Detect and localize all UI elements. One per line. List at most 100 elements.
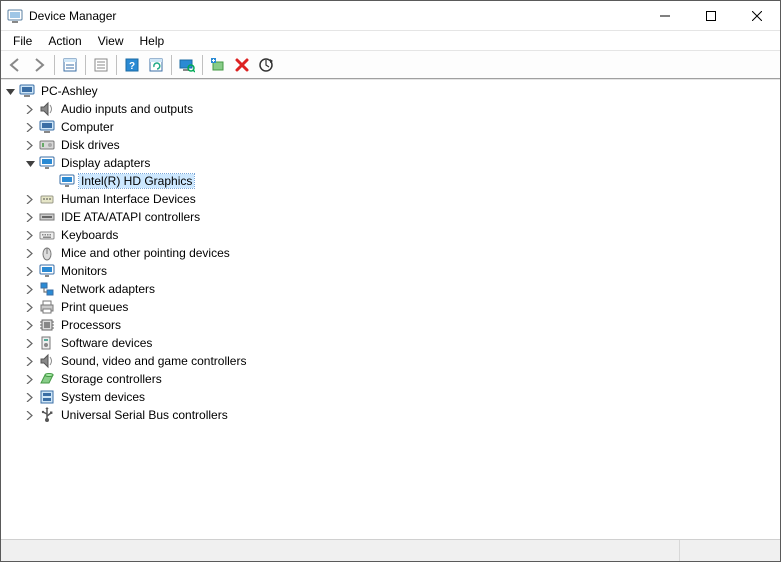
storage-icon	[39, 371, 55, 387]
toolbar	[1, 51, 780, 79]
printer-icon	[39, 299, 55, 315]
toolbar-separator	[171, 55, 172, 75]
tree-item-system-devices[interactable]: System devices	[21, 388, 780, 406]
tree-item-ide[interactable]: IDE ATA/ATAPI controllers	[21, 208, 780, 226]
system-icon	[39, 389, 55, 405]
toolbar-uninstall-button[interactable]	[230, 53, 254, 77]
tree-item-label: Storage controllers	[59, 372, 164, 386]
expander-icon[interactable]	[23, 246, 37, 260]
expander-icon[interactable]	[23, 390, 37, 404]
status-cell	[1, 540, 680, 561]
hid-icon	[39, 191, 55, 207]
expander-icon[interactable]	[23, 138, 37, 152]
tree-item-computer[interactable]: Computer	[21, 118, 780, 136]
software-icon	[39, 335, 55, 351]
audio-icon	[39, 353, 55, 369]
expander-icon[interactable]	[23, 318, 37, 332]
toolbar-back-button[interactable]	[3, 53, 27, 77]
computer-icon	[19, 83, 35, 99]
expander-icon[interactable]	[23, 102, 37, 116]
expander-icon[interactable]	[23, 354, 37, 368]
tree-item-mice[interactable]: Mice and other pointing devices	[21, 244, 780, 262]
expander-icon[interactable]	[23, 264, 37, 278]
close-button[interactable]	[734, 1, 780, 31]
expander-icon[interactable]	[23, 282, 37, 296]
toolbar-show-hide-console-button[interactable]	[58, 53, 82, 77]
toolbar-separator	[54, 55, 55, 75]
toolbar-refresh-button[interactable]	[144, 53, 168, 77]
toolbar-forward-button[interactable]	[27, 53, 51, 77]
tree-item-display-adapters[interactable]: Display adapters	[21, 154, 780, 172]
tree-item-label: Human Interface Devices	[59, 192, 198, 206]
disk-icon	[39, 137, 55, 153]
tree-item-disk-drives[interactable]: Disk drives	[21, 136, 780, 154]
tree-item-processors[interactable]: Processors	[21, 316, 780, 334]
tree-item-label: Network adapters	[59, 282, 157, 296]
device-tree[interactable]: PC-Ashley Audio inputs and outputs Compu…	[1, 79, 780, 539]
expander-icon[interactable]	[23, 372, 37, 386]
tree-item-label: Intel(R) HD Graphics	[79, 174, 194, 188]
tree-item-sound-video[interactable]: Sound, video and game controllers	[21, 352, 780, 370]
title-bar: Device Manager	[1, 1, 780, 31]
toolbar-separator	[116, 55, 117, 75]
tree-item-usb[interactable]: Universal Serial Bus controllers	[21, 406, 780, 424]
tree-item-label: Keyboards	[59, 228, 120, 242]
expander-icon[interactable]	[23, 210, 37, 224]
tree-item-label: Print queues	[59, 300, 130, 314]
menu-help[interactable]: Help	[132, 32, 173, 50]
tree-item-print-queues[interactable]: Print queues	[21, 298, 780, 316]
toolbar-properties-button[interactable]	[89, 53, 113, 77]
toolbar-help-button[interactable]	[120, 53, 144, 77]
status-cell	[680, 540, 780, 561]
computer-icon	[39, 119, 55, 135]
menu-action[interactable]: Action	[40, 32, 89, 50]
expander-icon[interactable]	[23, 192, 37, 206]
menu-view[interactable]: View	[90, 32, 132, 50]
keyboard-icon	[39, 227, 55, 243]
menu-bar: File Action View Help	[1, 31, 780, 51]
tree-item-network[interactable]: Network adapters	[21, 280, 780, 298]
tree-item-label: Audio inputs and outputs	[59, 102, 195, 116]
tree-item-label: IDE ATA/ATAPI controllers	[59, 210, 202, 224]
minimize-button[interactable]	[642, 1, 688, 31]
expander-icon[interactable]	[23, 120, 37, 134]
window-title: Device Manager	[29, 9, 642, 23]
tree-root[interactable]: PC-Ashley	[1, 82, 780, 100]
maximize-button[interactable]	[688, 1, 734, 31]
toolbar-separator	[202, 55, 203, 75]
tree-item-monitors[interactable]: Monitors	[21, 262, 780, 280]
toolbar-separator	[85, 55, 86, 75]
expander-icon[interactable]	[3, 84, 17, 98]
expander-icon[interactable]	[23, 408, 37, 422]
ide-icon	[39, 209, 55, 225]
toolbar-scan-button[interactable]	[175, 53, 199, 77]
tree-root-label: PC-Ashley	[39, 84, 100, 98]
network-icon	[39, 281, 55, 297]
status-bar	[1, 539, 780, 561]
tree-item-hid[interactable]: Human Interface Devices	[21, 190, 780, 208]
menu-file[interactable]: File	[5, 32, 40, 50]
tree-item-storage-controllers[interactable]: Storage controllers	[21, 370, 780, 388]
tree-item-label: Processors	[59, 318, 123, 332]
tree-item-label: Monitors	[59, 264, 109, 278]
tree-item-keyboards[interactable]: Keyboards	[21, 226, 780, 244]
tree-item-label: Software devices	[59, 336, 154, 350]
mouse-icon	[39, 245, 55, 261]
app-icon	[7, 8, 23, 24]
expander-icon[interactable]	[23, 156, 37, 170]
expander-icon[interactable]	[23, 336, 37, 350]
expander-icon[interactable]	[23, 300, 37, 314]
toolbar-enable-button[interactable]	[206, 53, 230, 77]
tree-item-software-devices[interactable]: Software devices	[21, 334, 780, 352]
tree-item-label: System devices	[59, 390, 147, 404]
tree-item-label: Display adapters	[59, 156, 152, 170]
expander-icon[interactable]	[23, 228, 37, 242]
toolbar-update-driver-button[interactable]	[254, 53, 278, 77]
audio-icon	[39, 101, 55, 117]
tree-item-label: Universal Serial Bus controllers	[59, 408, 230, 422]
tree-item-audio[interactable]: Audio inputs and outputs	[21, 100, 780, 118]
tree-item-label: Sound, video and game controllers	[59, 354, 248, 368]
tree-item-intel-hd-graphics[interactable]: Intel(R) HD Graphics	[41, 172, 780, 190]
display-icon	[59, 173, 75, 189]
usb-icon	[39, 407, 55, 423]
